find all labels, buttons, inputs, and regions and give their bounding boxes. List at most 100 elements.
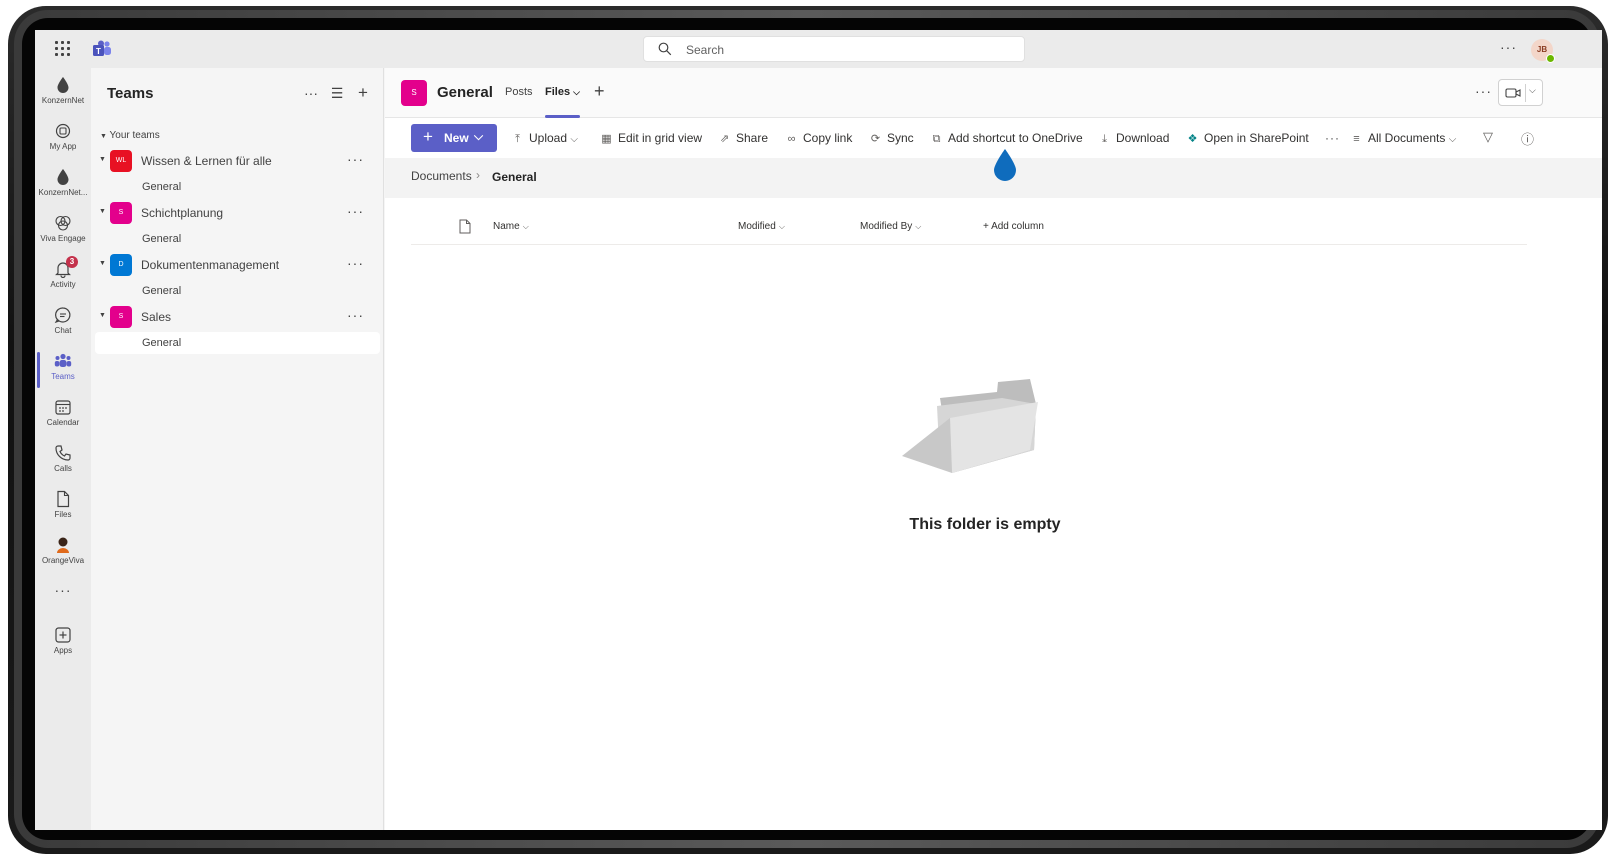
presence-available-icon [1546, 54, 1555, 63]
chevron-down-icon: ⌵ [915, 222, 922, 231]
copy-link-button[interactable]: ∞ Copy link [785, 131, 853, 145]
rail-item-calendar[interactable]: Calendar [35, 398, 91, 442]
add-column-button[interactable]: + Add column [983, 221, 1044, 232]
panel-title: Teams [107, 85, 154, 102]
column-modified[interactable]: Modified ⌵ [738, 221, 785, 232]
settings-more-icon[interactable]: ··· [1500, 39, 1517, 55]
rail-item-more[interactable]: ··· [35, 582, 91, 612]
team-item[interactable]: ▼ S Sales ··· [95, 304, 380, 330]
channel-title: General [437, 84, 493, 101]
channel-item[interactable]: General [95, 176, 380, 198]
channel-name: General [142, 181, 182, 193]
breadcrumb-root[interactable]: Documents [411, 169, 472, 183]
rail-label: KonzernNet... [38, 188, 88, 197]
open-sharepoint-button[interactable]: ❖ Open in SharePoint [1186, 131, 1309, 145]
filter-icon[interactable]: ▽ [1483, 129, 1493, 145]
top-bar: T Search ··· JB [35, 30, 1602, 68]
sharepoint-icon: ❖ [1187, 133, 1198, 145]
caret-down-icon: ▼ [100, 133, 107, 140]
caret-down-icon[interactable]: ▼ [99, 156, 106, 163]
share-button[interactable]: ⇗ Share [718, 131, 768, 145]
channel-name: General [142, 285, 182, 297]
channel-more-icon[interactable]: ··· [1475, 83, 1492, 99]
caret-down-icon[interactable]: ▼ [99, 208, 106, 215]
rail-item-apps[interactable]: Apps [35, 626, 91, 670]
team-item[interactable]: ▼ D Dokumentenmanagement ··· [95, 252, 380, 278]
divider [1525, 84, 1526, 102]
rail-item-konzernnet[interactable]: KonzernNet [35, 76, 91, 120]
rail-item-chat[interactable]: Chat [35, 306, 91, 350]
rail-label: Activity [50, 280, 76, 289]
team-more-icon[interactable]: ··· [347, 151, 364, 167]
team-avatar: D [110, 254, 132, 276]
rail-label: Calls [54, 464, 72, 473]
add-tab-icon[interactable]: + [594, 81, 605, 102]
caret-down-icon[interactable]: ▼ [99, 312, 106, 319]
rail-label: My App [49, 142, 77, 151]
link-icon: ∞ [787, 133, 796, 145]
column-modified-by[interactable]: Modified By ⌵ [860, 221, 921, 232]
rail-item-konzernnet-2[interactable]: KonzernNet... [35, 168, 91, 212]
team-more-icon[interactable]: ··· [347, 203, 364, 219]
channel-item[interactable]: General [95, 228, 380, 250]
drop-icon [57, 169, 69, 185]
rail-label: KonzernNet [41, 96, 85, 105]
team-name: Wissen & Lernen für alle [141, 154, 272, 168]
team-item[interactable]: ▼ WL Wissen & Lernen für alle ··· [95, 148, 380, 174]
rail-item-files[interactable]: Files [35, 490, 91, 534]
tab-files[interactable]: Files ⌵ [545, 86, 580, 98]
calendar-icon [55, 400, 71, 415]
team-name: Schichtplanung [141, 206, 224, 220]
rail-item-calls[interactable]: Calls [35, 444, 91, 488]
column-name-label: Name [493, 221, 520, 232]
rail-item-activity[interactable]: 3 Activity [35, 256, 91, 304]
column-modified-label: Modified [738, 221, 776, 232]
rail-item-viva-engage[interactable]: Viva Engage [35, 214, 91, 258]
caret-down-icon[interactable]: ▼ [99, 260, 106, 267]
team-item[interactable]: ▼ S Schichtplanung ··· [95, 200, 380, 226]
your-teams-header[interactable]: ▼ Your teams [100, 130, 160, 141]
chevron-down-icon: ⌵ [778, 222, 785, 231]
new-label: New [444, 131, 469, 145]
upload-button[interactable]: ⤒ Upload ⌵ [511, 131, 578, 146]
copy-link-label: Copy link [803, 131, 853, 145]
upload-label: Upload [529, 131, 568, 145]
new-button[interactable]: + New ⌵ [411, 124, 497, 152]
meet-button[interactable]: ⌵ [1498, 79, 1543, 106]
rail-item-teams[interactable]: Teams [35, 352, 91, 396]
column-name[interactable]: Name ⌵ [493, 221, 529, 232]
search-box[interactable]: Search [643, 36, 1025, 62]
channel-item-selected[interactable]: General [95, 332, 380, 354]
file-list-header: Name ⌵ Modified ⌵ Modified By ⌵ + Add colum… [411, 210, 1527, 245]
add-app-icon [55, 627, 71, 643]
tab-posts[interactable]: Posts [505, 86, 533, 98]
add-icon[interactable]: + [355, 83, 371, 103]
info-icon[interactable]: ⓘ [1521, 129, 1534, 148]
app-launcher-icon[interactable] [55, 41, 71, 57]
rail-label: Apps [53, 646, 73, 655]
edit-grid-button[interactable]: ▦ Edit in grid view [600, 131, 702, 145]
more-commands-icon[interactable]: ··· [1325, 131, 1340, 145]
file-icon [57, 490, 70, 508]
channel-item[interactable]: General [95, 280, 380, 302]
user-avatar[interactable]: JB [1531, 39, 1555, 63]
rail-item-my-app[interactable]: My App [35, 122, 91, 166]
filter-icon[interactable]: ☰ [329, 85, 345, 102]
phone-icon [55, 445, 71, 461]
sharepoint-label: Open in SharePoint [1204, 131, 1309, 145]
download-button[interactable]: ⤓ Download [1098, 131, 1169, 146]
team-more-icon[interactable]: ··· [347, 255, 364, 271]
rail-label: OrangeViva [41, 556, 85, 565]
rail-item-orangeviva[interactable]: OrangeViva [35, 536, 91, 580]
team-more-icon[interactable]: ··· [347, 307, 364, 323]
file-type-icon[interactable] [459, 219, 471, 234]
team-name: Dokumentenmanagement [141, 258, 280, 272]
view-selector[interactable]: ≡ All Documents ⌵ [1350, 131, 1456, 145]
add-shortcut-button[interactable]: ⧉ Add shortcut to OneDrive [930, 131, 1083, 146]
chevron-down-icon[interactable]: ⌵ [1529, 85, 1536, 96]
chat-icon [54, 307, 71, 324]
more-options-icon[interactable]: ··· [303, 85, 319, 101]
sync-button[interactable]: ⟳ Sync [869, 131, 914, 145]
svg-text:T: T [96, 47, 101, 56]
water-drop-icon [994, 149, 1016, 181]
